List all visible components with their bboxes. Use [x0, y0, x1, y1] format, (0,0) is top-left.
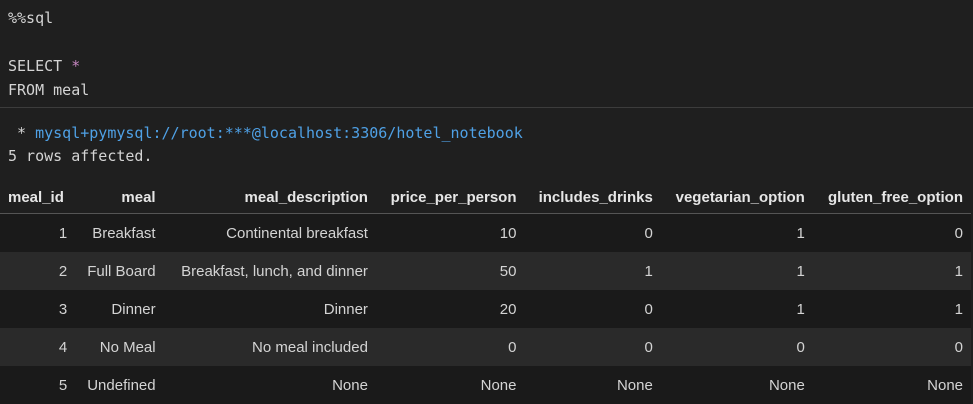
cell-gluten-free-option: 1 [812, 290, 971, 328]
table-header-row: meal_id meal meal_description price_per_… [0, 181, 971, 214]
cell-includes-drinks: 0 [524, 328, 661, 366]
cell-includes-drinks: 1 [524, 252, 661, 290]
cell-price-per-person: 0 [375, 328, 525, 366]
code-line-magic: %%sql [8, 9, 54, 27]
cell-meal-id: 3 [0, 290, 76, 328]
cell-meal: Breakfast [75, 213, 164, 252]
cell-gluten-free-option: 1 [812, 252, 971, 290]
cell-price-per-person: 50 [375, 252, 525, 290]
cell-vegetarian-option: 1 [660, 290, 813, 328]
cell-vegetarian-option: 0 [660, 328, 813, 366]
cell-price-per-person: 10 [375, 213, 525, 252]
header-gluten-free-option: gluten_free_option [812, 181, 971, 214]
table-row: 3 Dinner Dinner 20 0 1 1 [0, 290, 971, 328]
result-table: meal_id meal meal_description price_per_… [0, 181, 971, 404]
cell-meal-id: 2 [0, 252, 76, 290]
header-meal: meal [75, 181, 164, 214]
keyword-select: SELECT [8, 57, 72, 75]
cell-meal: Undefined [75, 366, 164, 404]
cell-meal-description: None [163, 366, 376, 404]
cell-meal-description: No meal included [163, 328, 376, 366]
header-meal-description: meal_description [163, 181, 376, 214]
header-price-per-person: price_per_person [375, 181, 525, 214]
code-line-select: SELECT * [8, 56, 80, 76]
header-meal-id: meal_id [0, 181, 76, 214]
code-cell-input[interactable]: %%sql SELECT * FROM meal [0, 0, 973, 108]
cell-gluten-free-option: None [812, 366, 971, 404]
cell-gluten-free-option: 0 [812, 213, 971, 252]
cell-vegetarian-option: None [660, 366, 813, 404]
table-row: 1 Breakfast Continental breakfast 10 0 1… [0, 213, 971, 252]
cell-meal-id: 1 [0, 213, 76, 252]
table-row: 2 Full Board Breakfast, lunch, and dinne… [0, 252, 971, 290]
cell-meal-description: Continental breakfast [163, 213, 376, 252]
cell-meal: Dinner [75, 290, 164, 328]
cell-meal: No Meal [75, 328, 164, 366]
cell-meal-id: 5 [0, 366, 76, 404]
cell-includes-drinks: 0 [524, 213, 661, 252]
cell-meal: Full Board [75, 252, 164, 290]
header-vegetarian-option: vegetarian_option [660, 181, 813, 214]
cell-includes-drinks: None [524, 366, 661, 404]
connection-prefix: * [8, 124, 36, 142]
code-line-from: FROM meal [8, 81, 90, 99]
header-includes-drinks: includes_drinks [524, 181, 661, 214]
cell-meal-description: Breakfast, lunch, and dinner [163, 252, 376, 290]
select-star: * [71, 57, 81, 75]
connection-string: mysql+pymysql://root:***@localhost:3306/… [35, 124, 523, 142]
cell-gluten-free-option: 0 [812, 328, 971, 366]
cell-includes-drinks: 0 [524, 290, 661, 328]
table-row: 4 No Meal No meal included 0 0 0 0 [0, 328, 971, 366]
connection-line: * mysql+pymysql://root:***@localhost:330… [8, 123, 523, 143]
cell-vegetarian-option: 1 [660, 252, 813, 290]
table-row: 5 Undefined None None None None None [0, 366, 971, 404]
cell-price-per-person: 20 [375, 290, 525, 328]
cell-price-per-person: None [375, 366, 525, 404]
cell-meal-id: 4 [0, 328, 76, 366]
cell-output: * mysql+pymysql://root:***@localhost:330… [0, 109, 973, 404]
cell-vegetarian-option: 1 [660, 213, 813, 252]
cell-meal-description: Dinner [163, 290, 376, 328]
rows-affected: 5 rows affected. [8, 147, 153, 165]
